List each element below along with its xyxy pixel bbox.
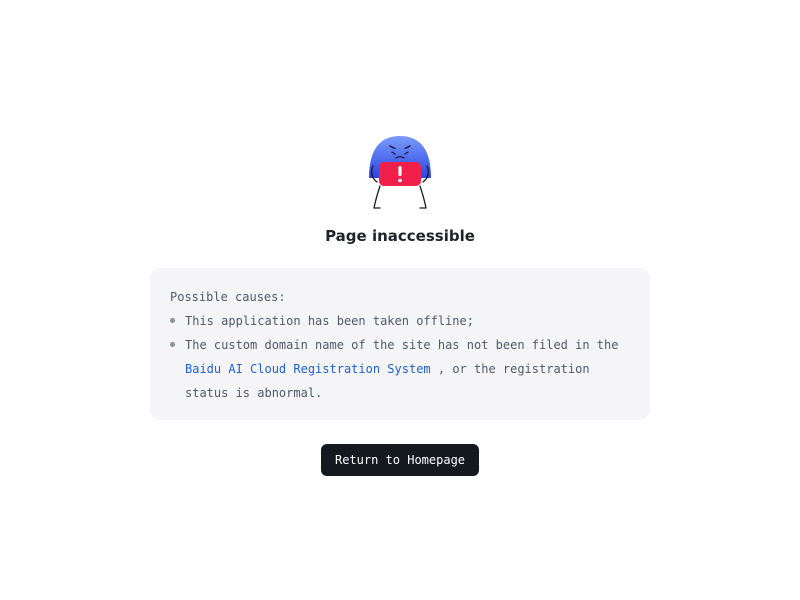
registration-system-link[interactable]: Baidu AI Cloud Registration System [185,362,431,376]
warning-mascot-icon [364,132,436,212]
causes-list: This application has been taken offline;… [170,309,630,405]
causes-heading: Possible causes: [170,290,286,304]
bullet-icon [170,342,175,347]
page-title: Page inaccessible [325,227,475,245]
return-home-button[interactable]: Return to Homepage [321,444,479,476]
cause-text: The custom domain name of the site has n… [185,338,619,352]
cause-item-registration: The custom domain name of the site has n… [170,333,630,405]
cause-text: This application has been taken offline; [185,314,474,328]
bullet-icon [170,318,175,323]
cause-item-offline: This application has been taken offline; [170,309,630,333]
possible-causes-panel: Possible causes: This application has be… [150,268,650,420]
error-page: Page inaccessible Possible causes: This … [0,0,800,600]
